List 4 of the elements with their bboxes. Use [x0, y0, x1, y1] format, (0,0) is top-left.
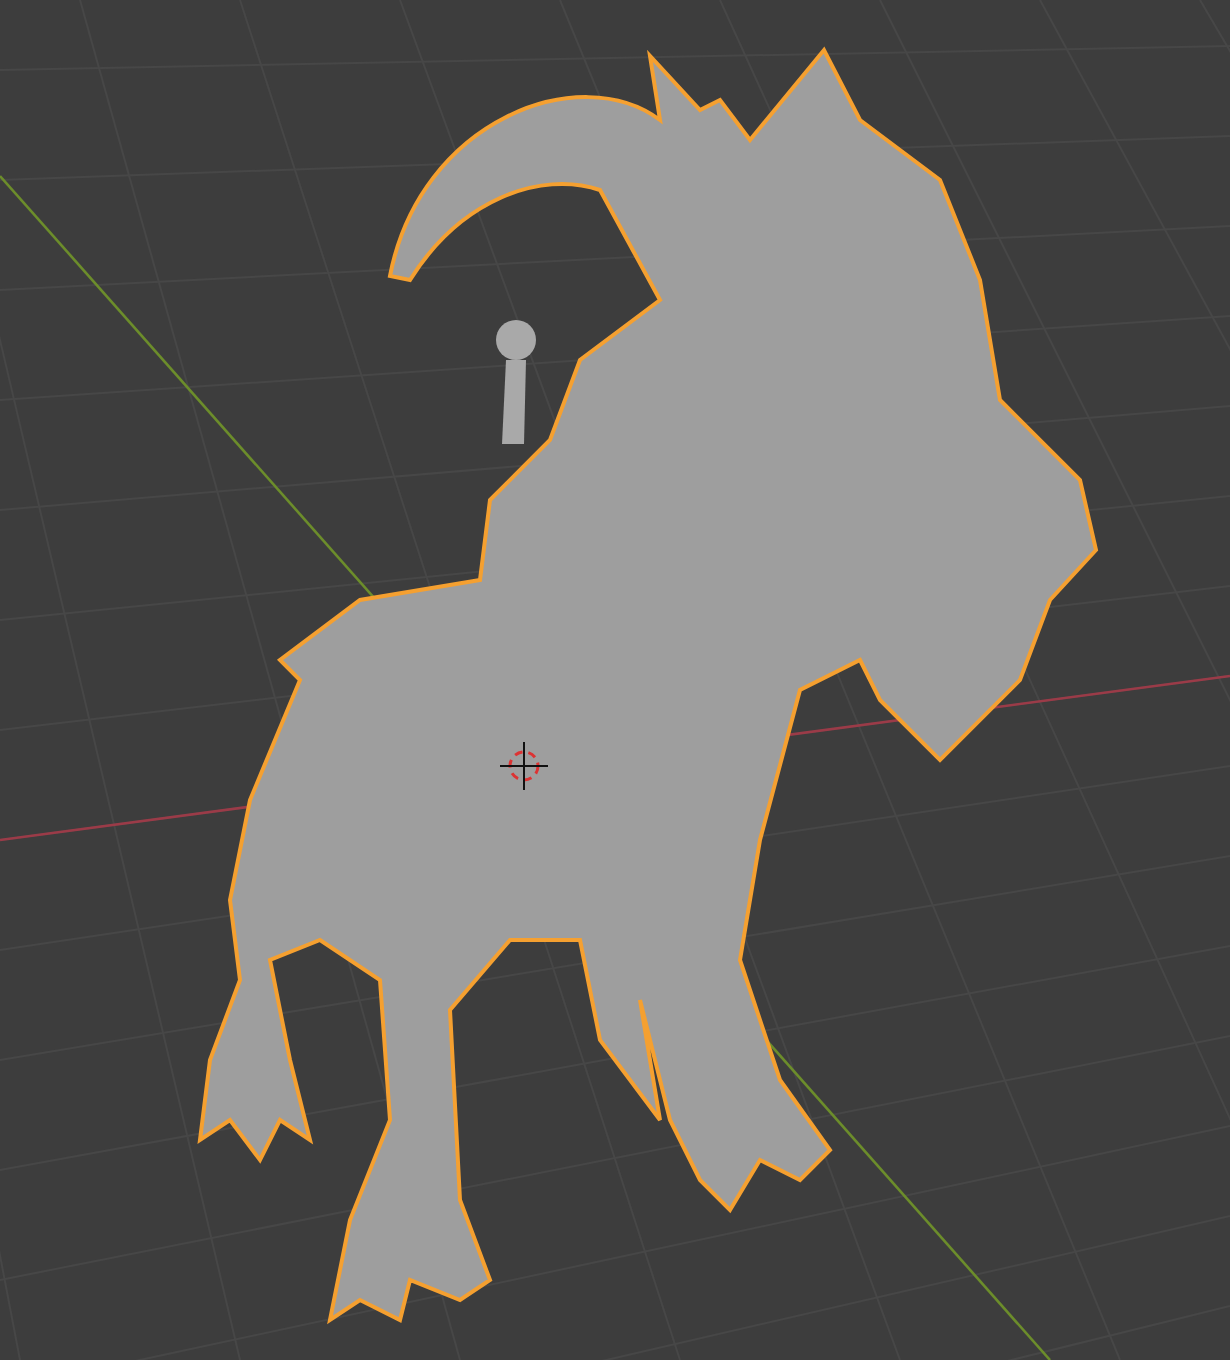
3d-cursor-icon[interactable] — [499, 741, 549, 791]
light-object-icon[interactable] — [496, 320, 536, 444]
3d-viewport[interactable] — [0, 0, 1230, 1360]
creature-model[interactable] — [198, 48, 1098, 1322]
